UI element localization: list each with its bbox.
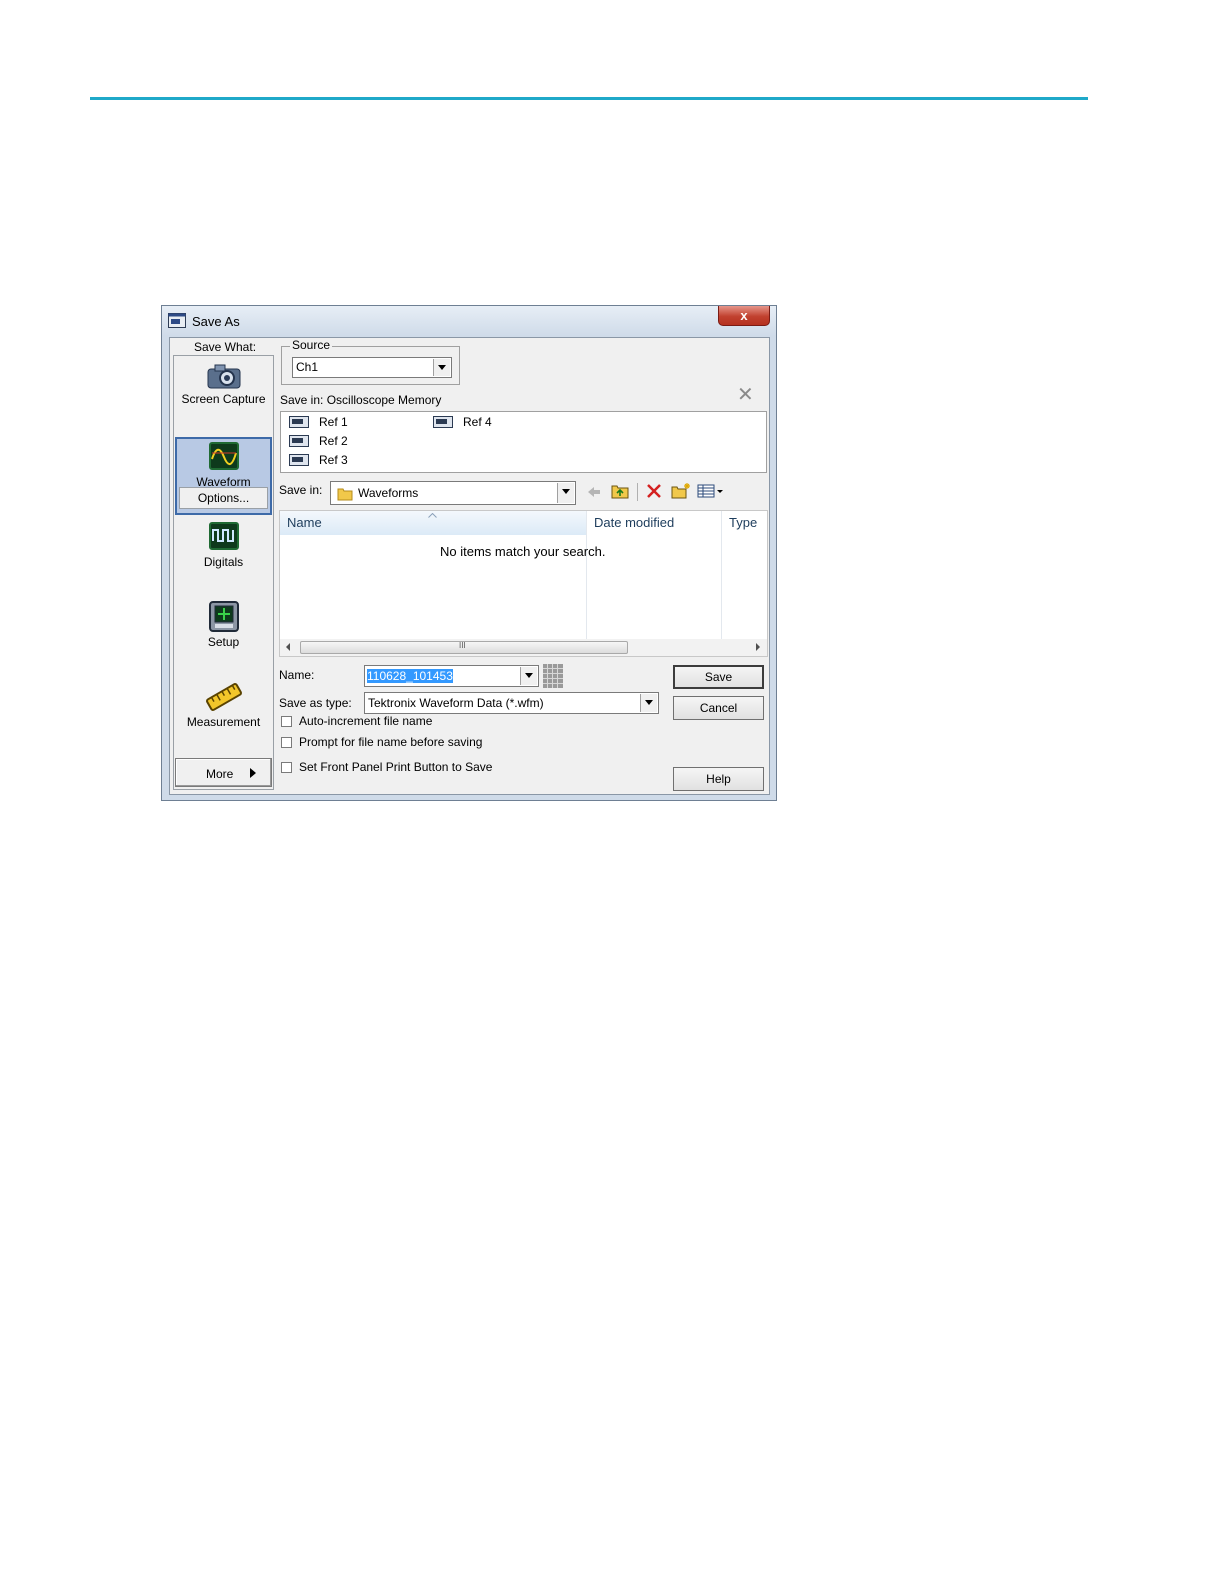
- source-dropdown[interactable]: Ch1: [292, 357, 452, 378]
- screen-capture-label: Screen Capture: [181, 392, 266, 406]
- cancel-button[interactable]: Cancel: [673, 696, 764, 720]
- column-header-type[interactable]: Type: [721, 511, 767, 535]
- prompt-filename-checkbox[interactable]: [281, 737, 292, 748]
- waveform-item: Waveform: [177, 441, 270, 489]
- source-group: Source Ch1: [281, 338, 460, 385]
- source-value: Ch1: [296, 360, 319, 374]
- options-button[interactable]: Options...: [179, 487, 268, 509]
- save-as-type-value: Tektronix Waveform Data (*.wfm): [368, 696, 544, 710]
- title-bar[interactable]: Save As x: [162, 306, 776, 336]
- more-label: More: [206, 767, 234, 781]
- scrollbar-thumb[interactable]: III: [300, 641, 628, 654]
- front-panel-print-label: Set Front Panel Print Button to Save: [299, 760, 493, 774]
- column-divider: [586, 511, 587, 639]
- app-window-icon: [168, 313, 186, 328]
- front-panel-print-checkbox[interactable]: [281, 762, 292, 773]
- memory-ref-list: Ref 1 Ref 2 Ref 3 Ref 4: [280, 411, 767, 473]
- more-button[interactable]: More: [175, 758, 272, 787]
- save-in-label: Save in:: [279, 483, 323, 497]
- chevron-down-icon[interactable]: [433, 359, 450, 376]
- dialog-client-area: Save What: Screen Capture Waveform Optio…: [169, 337, 770, 795]
- setup-label: Setup: [207, 635, 240, 649]
- column-divider: [721, 511, 722, 639]
- save-as-type-dropdown[interactable]: Tektronix Waveform Data (*.wfm): [364, 692, 659, 714]
- file-list: Name Date modified Type No items match y…: [279, 510, 768, 657]
- auto-increment-label: Auto-increment file name: [299, 714, 433, 728]
- measurement-label: Measurement: [186, 715, 261, 729]
- reference-memory-icon: [289, 435, 309, 447]
- chevron-down-icon[interactable]: [557, 483, 574, 503]
- source-label: Source: [290, 338, 333, 352]
- toolbar-divider: [637, 483, 638, 501]
- back-arrow-icon[interactable]: [586, 485, 602, 499]
- save-what-label: Save What:: [194, 340, 257, 354]
- save-as-dialog: Save As x Save What: Screen Capture Wave…: [161, 305, 777, 801]
- reference-memory-icon: [289, 454, 309, 466]
- save-what-measurement[interactable]: Measurement: [174, 681, 273, 729]
- window-close-button[interactable]: x: [718, 306, 770, 326]
- file-name-value: 110628_101453: [367, 669, 453, 683]
- ref-4-label: Ref 4: [463, 415, 492, 429]
- page-top-rule: [90, 97, 1088, 100]
- folder-icon: [337, 488, 353, 501]
- scroll-right-icon[interactable]: [756, 643, 760, 651]
- horizontal-scrollbar[interactable]: III: [280, 639, 767, 656]
- digitals-icon: [208, 522, 239, 550]
- folder-dropdown[interactable]: Waveforms: [330, 481, 576, 505]
- empty-list-message: No items match your search.: [440, 544, 606, 559]
- help-button[interactable]: Help: [673, 767, 764, 791]
- up-folder-icon[interactable]: [611, 483, 629, 499]
- dialog-title: Save As: [192, 314, 240, 329]
- close-icon[interactable]: ✕: [737, 385, 754, 405]
- save-what-digitals[interactable]: Digitals: [174, 521, 273, 569]
- new-folder-icon[interactable]: [671, 482, 691, 499]
- name-label: Name:: [279, 668, 315, 682]
- ref-1-label: Ref 1: [319, 415, 348, 429]
- camera-icon: [207, 364, 240, 389]
- save-as-type-label: Save as type:: [279, 696, 352, 710]
- digitals-label: Digitals: [203, 555, 244, 569]
- arrow-right-icon: [250, 768, 256, 778]
- scroll-left-icon[interactable]: [286, 643, 290, 651]
- save-what-waveform[interactable]: Waveform Options...: [175, 437, 272, 515]
- waveform-icon: [208, 442, 239, 470]
- reference-memory-icon: [433, 416, 453, 428]
- scroll-grip: III: [459, 641, 466, 650]
- chevron-down-icon[interactable]: [640, 694, 657, 712]
- save-what-screen-capture[interactable]: Screen Capture: [174, 362, 273, 406]
- sort-ascending-icon: [428, 513, 437, 518]
- column-header-date-modified[interactable]: Date modified: [586, 511, 721, 535]
- save-what-panel: Screen Capture Waveform Options... Digit…: [173, 355, 274, 790]
- chevron-down-icon[interactable]: [520, 667, 537, 685]
- auto-increment-checkbox[interactable]: [281, 716, 292, 727]
- prompt-filename-label: Prompt for file name before saving: [299, 735, 483, 749]
- delete-icon[interactable]: [646, 483, 662, 499]
- memory-location-label: Save in: Oscilloscope Memory: [280, 393, 442, 407]
- save-what-setup[interactable]: Setup: [174, 601, 273, 649]
- reference-memory-icon: [289, 416, 309, 428]
- folder-value: Waveforms: [358, 486, 419, 500]
- view-menu-icon[interactable]: [697, 484, 725, 498]
- measurement-icon: [205, 683, 242, 711]
- setup-icon: [208, 601, 239, 632]
- file-name-input[interactable]: 110628_101453: [364, 665, 539, 687]
- keypad-icon[interactable]: [543, 664, 563, 688]
- save-button[interactable]: Save: [673, 665, 764, 689]
- ref-3-label: Ref 3: [319, 453, 348, 467]
- ref-2-label: Ref 2: [319, 434, 348, 448]
